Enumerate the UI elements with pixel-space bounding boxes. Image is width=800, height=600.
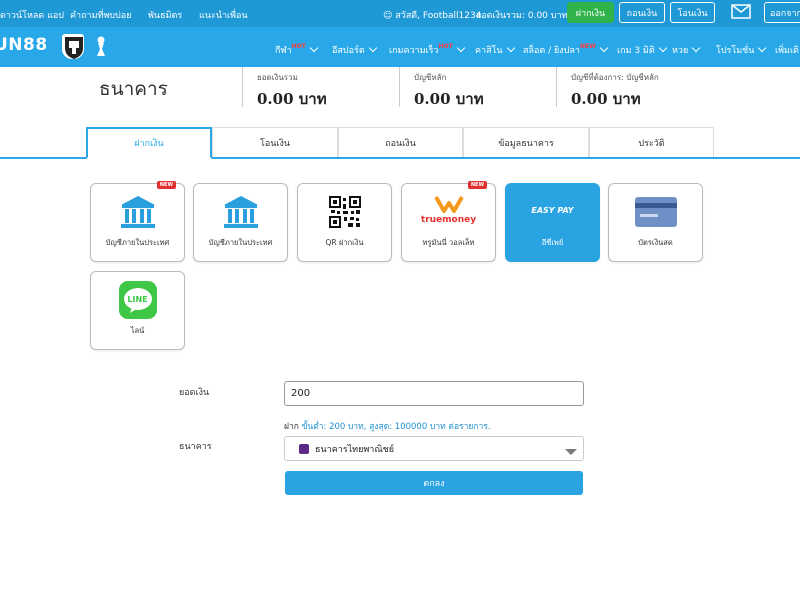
top-bar: ดาวน์โหลด แอป คำถามที่พบบ่อย พันธมิตร แน… <box>0 0 800 27</box>
nav-3d-games[interactable]: เกม 3 มิติ <box>617 43 667 57</box>
user-icon: ☺ <box>383 11 393 21</box>
nav-lottery[interactable]: หวย <box>672 43 701 57</box>
user-greeting: ☺ สวัสดี, Football1234 <box>383 11 482 21</box>
balance-text: ยอดเงินรวม: 0.00 บาท ↻ <box>476 8 578 22</box>
main-nav: UN88 กีฬาHOT อีสปอร์ต เกมความเร็วHOT คาส… <box>0 27 800 67</box>
bank-select[interactable]: ธนาคารไทยพาณิชย์ <box>284 436 584 461</box>
tab-deposit[interactable]: ฝากเงิน <box>86 127 212 159</box>
partners-link[interactable]: พันธมิตร <box>148 8 182 22</box>
scb-bank-icon <box>299 443 309 454</box>
new-badge: NEW <box>467 181 487 189</box>
nav-sports[interactable]: กีฬาHOT <box>275 43 319 57</box>
method-cash-card[interactable]: บัตรเงินสด <box>608 183 703 262</box>
bank-label: ธนาคาร <box>179 442 212 452</box>
qr-code-icon <box>328 196 361 232</box>
bank-icon <box>119 194 157 234</box>
mail-icon[interactable] <box>731 4 751 19</box>
tab-withdraw[interactable]: ถอนเงิน <box>338 127 463 157</box>
deposit-button[interactable]: ฝากเงิน <box>567 2 614 23</box>
card-icon <box>634 196 678 232</box>
bank-tabs: ฝากเงิน โอนเงิน ถอนเงิน ข้อมูลธนาคาร ประ… <box>0 127 800 159</box>
nav-casino[interactable]: คาสิโน <box>475 43 515 57</box>
stat-main-account: บัญชีหลัก 0.00 บาท <box>399 67 484 108</box>
method-domestic-bank-1[interactable]: NEW บัญชีภายในประเทศ <box>90 181 185 262</box>
stat-total-balance: ยอดเงินรวม 0.00 บาท <box>242 67 327 108</box>
nav-promotions[interactable]: โปรโมชั่น <box>716 43 767 57</box>
method-line[interactable]: LINE ไลน์ <box>90 271 185 350</box>
tab-transfer[interactable]: โอนเงิน <box>212 127 338 157</box>
chevron-down-icon <box>565 449 577 455</box>
stat-target-account: บัญชีที่ต้องการ: บัญชีหลัก 0.00 บาท <box>556 67 659 108</box>
method-domestic-bank-2[interactable]: บัญชีภายในประเทศ <box>193 183 288 262</box>
transfer-button[interactable]: โอนเงิน <box>670 2 715 23</box>
method-qr-deposit[interactable]: QR ฝากเงิน <box>297 183 392 262</box>
truemoney-icon <box>433 195 464 217</box>
nav-fast-games[interactable]: เกมความเร็วHOT <box>389 43 465 57</box>
bank-icon <box>222 194 260 234</box>
withdraw-button[interactable]: ถอนเงิน <box>619 2 665 23</box>
amount-label: ยอดเงิน <box>179 388 210 398</box>
download-app-link[interactable]: ดาวน์โหลด แอป <box>0 8 64 22</box>
faq-link[interactable]: คำถามที่พบบ่อย <box>70 8 131 22</box>
brand-logo[interactable]: UN88 <box>0 35 48 55</box>
method-easypay[interactable]: EASY PAY อีซี่เพย์ <box>505 183 600 262</box>
nav-slots[interactable]: สล็อต / ยิงปลาNEW <box>523 43 608 57</box>
amount-input[interactable]: 200 <box>284 381 584 406</box>
new-badge: NEW <box>156 181 176 189</box>
line-wordmark: LINE <box>127 295 148 304</box>
tab-bank-info[interactable]: ข้อมูลธนาคาร <box>463 127 589 157</box>
nav-esports[interactable]: อีสปอร์ต <box>332 43 377 57</box>
submit-button[interactable]: ตกลง <box>285 471 583 495</box>
nav-more[interactable]: เพิ่มเติ <box>775 43 799 57</box>
truemoney-wordmark: truemoney <box>420 215 477 225</box>
method-truemoney-wallet[interactable]: NEW truemoney ทรูมันนี่ วอลเล็ท <box>401 181 496 262</box>
newcastle-crest-icon <box>62 34 84 59</box>
deposit-limit-hint: ฝาก ขั้นต่ำ: 200 บาท, สูงสุด: 100000 บาท… <box>284 422 491 432</box>
refer-friend-link[interactable]: แนะนำเพื่อน <box>199 8 248 22</box>
tottenham-crest-icon <box>90 34 112 59</box>
tab-history[interactable]: ประวัติ <box>589 127 714 157</box>
page-title: ธนาคาร <box>99 78 168 100</box>
logout-button[interactable]: ออกจาก <box>764 2 800 23</box>
easypay-icon: EASY PAY <box>531 206 574 215</box>
